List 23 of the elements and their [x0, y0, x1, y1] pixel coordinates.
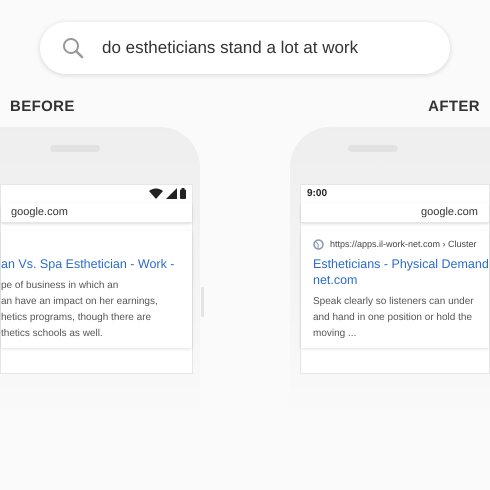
result-snippet: Speak clearly so listeners can under [313, 294, 474, 308]
status-time: 9:00 [307, 187, 328, 201]
wifi-icon [149, 188, 163, 199]
signal-icon [166, 188, 177, 199]
address-bar-url[interactable]: google.com [11, 204, 68, 220]
result-snippet: pe of business in which an [1, 278, 118, 292]
result-snippet: and hand in one position or hold the [313, 310, 472, 324]
result-snippet: moving ... [313, 326, 356, 340]
search-query: do estheticians stand a lot at work [102, 37, 358, 60]
result-title[interactable]: net.com [313, 272, 358, 288]
battery-icon [180, 188, 186, 199]
panel-label: BEFORE [10, 97, 75, 117]
result-snippet: an have an impact on her earnings, [1, 294, 158, 308]
result-snippet: hetics programs, though there are [1, 310, 152, 324]
globe-icon [313, 239, 324, 250]
result-snippet: thetics schools as well. [1, 326, 103, 340]
panel-label: AFTER [428, 97, 480, 117]
search-icon [62, 37, 84, 59]
result-title[interactable]: an Vs. Spa Esthetician - Work - [1, 256, 174, 272]
result-title[interactable]: Estheticians - Physical Demand [313, 256, 489, 272]
result-url[interactable]: https://apps.il-work-net.com › Cluster [330, 238, 477, 252]
address-bar-url[interactable]: google.com [421, 204, 478, 220]
search-field[interactable]: do estheticians stand a lot at work [40, 22, 450, 74]
